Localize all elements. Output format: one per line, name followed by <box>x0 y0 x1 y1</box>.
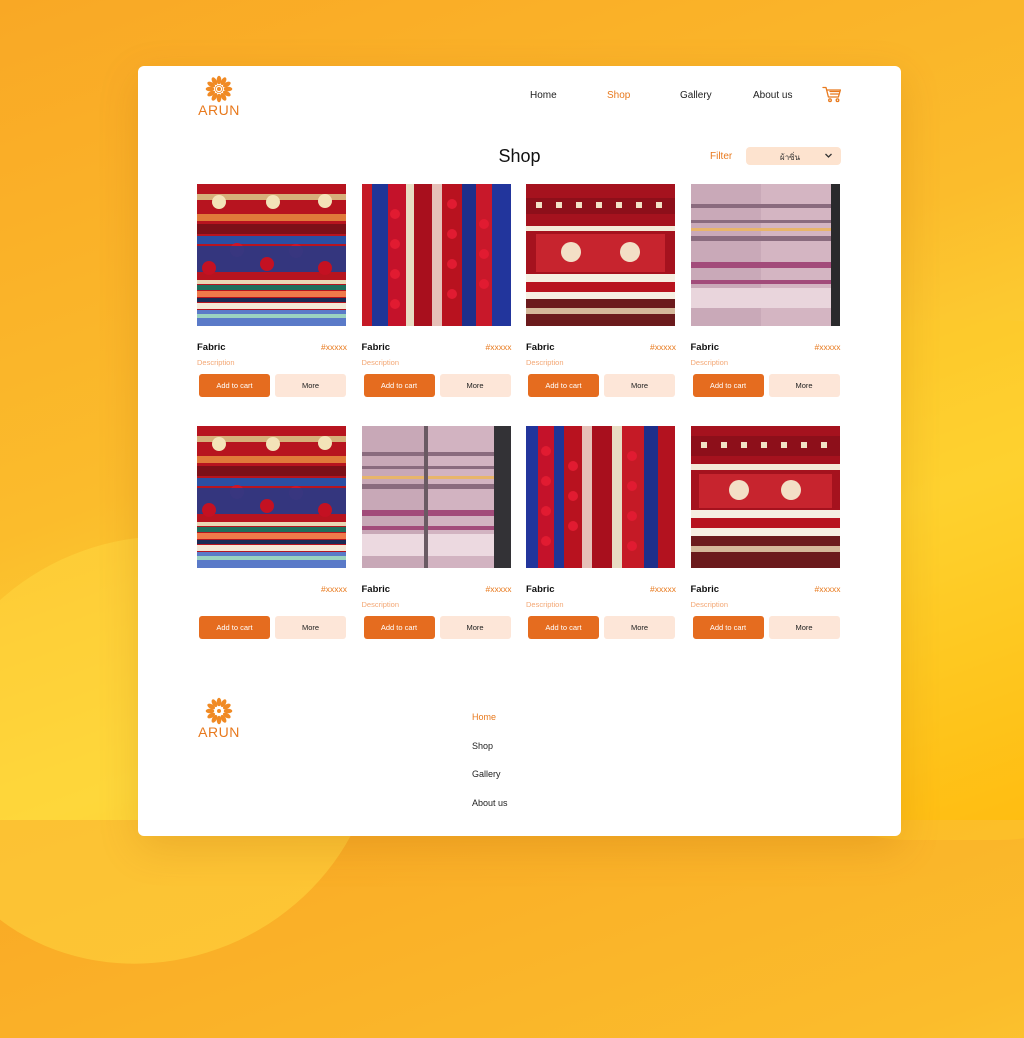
product-card: Fabric #xxxxx Description Add to cart Mo… <box>690 184 843 404</box>
nav-gallery[interactable]: Gallery <box>680 90 753 101</box>
product-card: Fabric #xxxxx Description Add to cart Mo… <box>526 184 678 404</box>
product-card: Fabric #xxxxx Description Add to cart Mo… <box>197 184 349 404</box>
product-image[interactable] <box>197 426 346 568</box>
more-button[interactable]: More <box>275 616 346 639</box>
more-button[interactable]: More <box>768 374 840 397</box>
filter-selected-value: ผ้าซิ่น <box>780 153 801 162</box>
footer-link-shop[interactable]: Shop <box>472 741 508 770</box>
product-image[interactable] <box>526 426 675 568</box>
red-fringe-textile-icon <box>690 426 840 568</box>
product-image[interactable] <box>361 184 511 326</box>
product-image[interactable] <box>361 426 511 568</box>
product-card: Fabric #xxxxx Description Add to cart Mo… <box>361 426 514 646</box>
add-to-cart-button[interactable]: Add to cart <box>528 616 599 639</box>
nav-about[interactable]: About us <box>753 90 821 101</box>
product-price: #xxxxx <box>814 584 841 594</box>
product-description: Description <box>526 600 564 609</box>
product-name: Fabric <box>526 342 555 353</box>
more-button[interactable]: More <box>604 616 675 639</box>
product-description: Description <box>526 358 564 367</box>
page-card: ARUN Home Shop Gallery About us Shop Fil… <box>138 66 901 836</box>
product-card: Fabric #xxxxx Description Add to cart Mo… <box>690 426 843 646</box>
product-price: #xxxxx <box>650 342 676 352</box>
product-price: #xxxxx <box>485 342 512 352</box>
more-button[interactable]: More <box>768 616 840 639</box>
product-grid: Fabric #xxxxx Description Add to cart Mo… <box>197 184 842 646</box>
footer-brand-name: ARUN <box>198 724 240 740</box>
add-to-cart-button[interactable]: Add to cart <box>363 616 435 639</box>
add-to-cart-button[interactable]: Add to cart <box>528 374 599 397</box>
more-button[interactable]: More <box>604 374 675 397</box>
product-name: Fabric <box>690 342 720 353</box>
striped-tassel-textile-icon <box>361 184 511 326</box>
product-description: Description <box>361 358 400 367</box>
product-description: Description <box>690 358 729 367</box>
product-image[interactable] <box>526 184 675 326</box>
footer-brand-logo[interactable]: ARUN <box>197 697 241 740</box>
product-description: Description <box>197 358 235 367</box>
product-card: Fabric #xxxxx Description Add to cart Mo… <box>526 426 678 646</box>
chevron-down-icon <box>825 153 832 158</box>
product-image[interactable] <box>690 426 840 568</box>
product-name: Fabric <box>526 584 555 595</box>
nav-shop[interactable]: Shop <box>607 90 680 101</box>
product-description: Description <box>361 600 400 609</box>
product-price: #xxxxx <box>321 342 347 352</box>
main-nav: Home Shop Gallery About us <box>530 90 821 101</box>
striped-tassel-textile-icon <box>526 426 675 568</box>
product-description: Description <box>690 600 729 609</box>
pompom-textile-icon <box>197 184 346 326</box>
brand-name: ARUN <box>198 102 240 118</box>
red-fringe-textile-icon <box>526 184 675 326</box>
filter-label: Filter <box>710 151 733 162</box>
filter-dropdown[interactable]: ผ้าซิ่น <box>746 147 841 165</box>
add-to-cart-button[interactable]: Add to cart <box>199 616 270 639</box>
product-price: #xxxxx <box>814 342 841 352</box>
product-name: Fabric <box>690 584 720 595</box>
product-name: Fabric <box>361 342 391 353</box>
more-button[interactable]: More <box>439 374 511 397</box>
footer-link-home[interactable]: Home <box>472 712 508 741</box>
sun-flower-icon <box>205 75 233 103</box>
add-to-cart-button[interactable]: Add to cart <box>363 374 435 397</box>
footer-link-gallery[interactable]: Gallery <box>472 769 508 798</box>
brand-logo[interactable]: ARUN <box>197 75 241 118</box>
product-name: Fabric <box>361 584 391 595</box>
product-price: #xxxxx <box>485 584 512 594</box>
pompom-textile-icon <box>197 426 346 568</box>
more-button[interactable]: More <box>439 616 511 639</box>
pink-scarf-textile-icon <box>690 184 840 326</box>
product-image[interactable] <box>197 184 346 326</box>
more-button[interactable]: More <box>275 374 346 397</box>
footer-link-about[interactable]: About us <box>472 798 508 827</box>
product-card: Fabric #xxxxx Description Add to cart Mo… <box>361 184 514 404</box>
product-price: #xxxxx <box>321 584 347 594</box>
cart-icon[interactable] <box>822 86 842 108</box>
add-to-cart-button[interactable]: Add to cart <box>692 374 764 397</box>
add-to-cart-button[interactable]: Add to cart <box>692 616 764 639</box>
footer-nav: Home Shop Gallery About us <box>472 712 508 826</box>
product-card: #xxxxx Add to cart More <box>197 426 349 646</box>
product-image[interactable] <box>690 184 840 326</box>
pink-scarf-textile-icon <box>361 426 511 568</box>
add-to-cart-button[interactable]: Add to cart <box>199 374 270 397</box>
product-name: Fabric <box>197 342 226 353</box>
nav-home[interactable]: Home <box>530 90 607 101</box>
product-price: #xxxxx <box>650 584 676 594</box>
sun-flower-icon <box>205 697 233 725</box>
